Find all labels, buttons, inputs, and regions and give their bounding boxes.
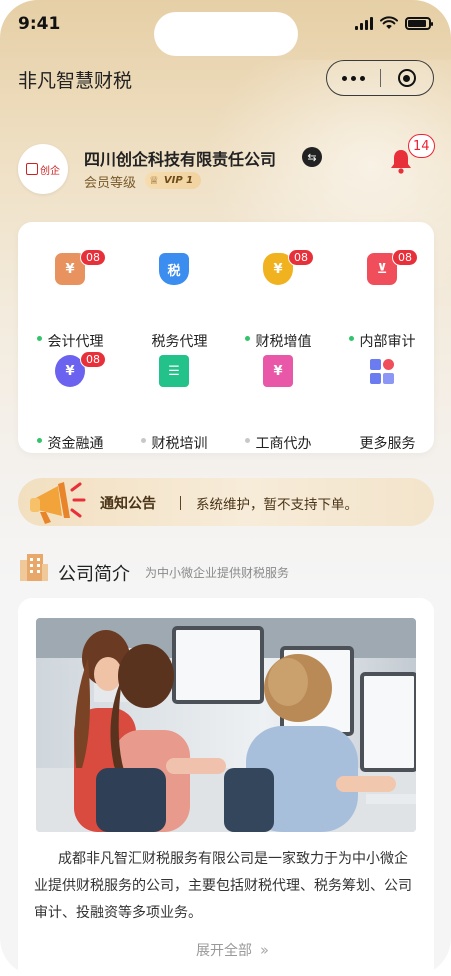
service-business-register[interactable]: ¥ 工商代办 [226, 355, 330, 455]
app-title: 非凡智慧财税 [18, 70, 133, 92]
service-tax[interactable]: 税 税务代理 [122, 253, 226, 353]
notification-count-badge: 14 [408, 134, 435, 158]
tax-shield-icon: 税 [159, 253, 189, 285]
service-badge: 08 [288, 249, 314, 266]
status-bar: 9:41 [0, 0, 451, 56]
services-card: ¥ 08 会计代理 税 税务代理 ¥ 08 财税增值 ⊻ 08 内部审计 ¥ 0… [18, 222, 434, 453]
logo-text: 创企 [40, 165, 60, 177]
service-label: 会计代理 [18, 331, 122, 351]
more-grid-icon [370, 359, 394, 384]
service-label: 工商代办 [226, 433, 330, 453]
service-training[interactable]: ☰ 财税培训 [122, 355, 226, 455]
building-icon [20, 554, 48, 581]
more-menu-button[interactable] [327, 75, 380, 81]
logo-mark-icon [26, 163, 38, 175]
service-badge: 08 [392, 249, 418, 266]
company-logo[interactable]: 创企 [18, 144, 68, 194]
office-team-photo [36, 618, 416, 832]
megaphone-icon [30, 482, 86, 524]
notice-divider [180, 496, 181, 510]
company-name[interactable]: 四川创企科技有限责任公司 [84, 146, 276, 170]
service-accounting[interactable]: ¥ 08 会计代理 [18, 249, 122, 353]
business-register-icon: ¥ [263, 355, 293, 387]
service-badge: 08 [80, 249, 106, 266]
service-label: 更多服务 [359, 436, 416, 452]
notice-text: 系统维护，暂不支持下单。 [196, 497, 358, 513]
target-icon [397, 69, 416, 87]
status-icons [355, 16, 433, 30]
double-chevron-icon: ›› [260, 941, 269, 959]
intro-subtitle: 为中小微企业提供财税服务 [145, 566, 290, 580]
signal-icon [355, 16, 373, 30]
notice-title: 通知公告 [100, 496, 156, 512]
battery-icon [405, 16, 433, 30]
service-label: 财税增值 [226, 331, 330, 351]
vip-badge[interactable]: ♕ VIP 1 [145, 172, 202, 189]
member-level-label: 会员等级 [84, 176, 137, 191]
service-label: 财税培训 [122, 433, 226, 453]
vip-crown-icon: ♕ [149, 174, 159, 187]
phone-screen: 9:41 非凡智慧财税 创企 四川创企科技有限责任公司 ⇆ 会员等级 ♕ VIP… [0, 0, 451, 976]
expand-all-button[interactable]: 展开全部 ›› [196, 940, 269, 960]
status-time: 9:41 [18, 14, 61, 34]
wifi-icon [380, 16, 398, 29]
service-audit[interactable]: ⊻ 08 内部审计 [330, 249, 434, 353]
service-value-added[interactable]: ¥ 08 财税增值 [226, 249, 330, 353]
service-label: 税务代理 [151, 334, 208, 350]
close-mini-program-button[interactable] [380, 69, 433, 87]
dynamic-island [154, 12, 298, 56]
service-label: 内部审计 [330, 331, 434, 351]
service-financing[interactable]: ¥ 08 资金融通 [18, 351, 122, 455]
training-card-icon: ☰ [159, 355, 189, 387]
mini-program-capsule [326, 60, 434, 96]
expand-label: 展开全部 [196, 943, 252, 959]
vip-label: VIP 1 [163, 175, 194, 186]
service-label: 资金融通 [18, 433, 122, 453]
switch-company-icon[interactable]: ⇆ [302, 147, 322, 167]
service-more[interactable]: 更多服务 [330, 355, 434, 455]
service-badge: 08 [80, 351, 106, 368]
intro-text: 成都非凡智汇财税服务有限公司是一家致力于为中小微企业提供财税服务的公司，主要包括… [34, 851, 412, 921]
intro-title: 公司简介 [58, 564, 130, 585]
